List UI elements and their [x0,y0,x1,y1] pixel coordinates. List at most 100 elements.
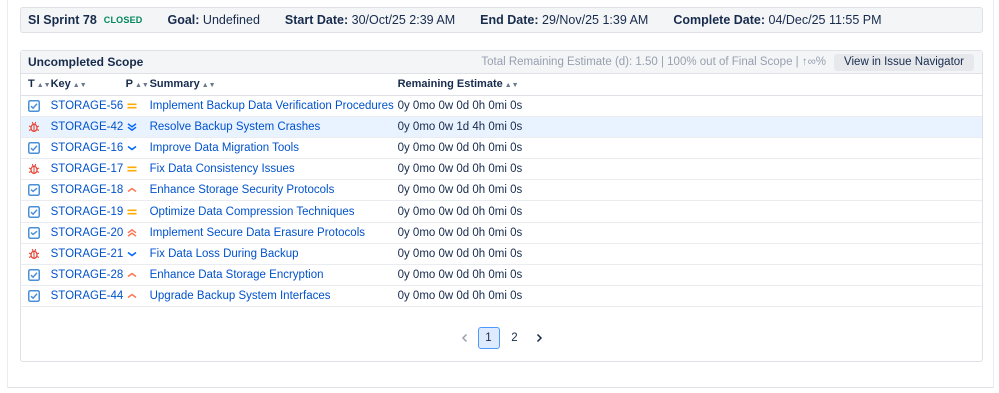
task-icon [28,226,40,239]
sprint-name: SI Sprint 78 [28,13,97,27]
table-row[interactable]: STORAGE-56 Implement Backup Data Verifica… [21,95,982,117]
issue-summary-link[interactable]: Implement Backup Data Verification Proce… [150,100,394,112]
col-summary-header[interactable]: Summary ▲▼ [149,74,398,96]
sprint-start-date: Start Date: 30/Oct/25 2:39 AM [285,13,455,27]
medium-priority-icon [126,100,138,112]
issue-summary-link[interactable]: Optimize Data Compression Techniques [150,206,355,218]
high-priority-icon [126,184,138,196]
issue-summary-link[interactable]: Improve Data Migration Tools [150,142,299,154]
goal-value: Undefined [202,13,260,27]
issue-summary-link[interactable]: Implement Secure Data Erasure Protocols [150,227,365,239]
sort-icon: ▲▼ [36,82,51,90]
issue-key-link[interactable]: STORAGE-21 [51,248,124,260]
story-icon [28,290,40,303]
issue-key-link[interactable]: STORAGE-44 [51,290,124,302]
medium-priority-icon [126,163,138,175]
col-estimate-label: Remaining Estimate [397,78,503,91]
story-icon [28,269,40,282]
medium-priority-icon [126,206,138,218]
end-date-label: End Date: [480,13,539,27]
sprint-goal: Goal: Undefined [167,13,259,27]
col-estimate-header[interactable]: Remaining Estimate ▲▼ [397,74,982,96]
remaining-estimate: 0y 0mo 0w 0d 0h 0mi 0s [397,141,523,154]
task-icon [28,184,40,197]
page-1-button[interactable]: 1 [477,327,500,349]
issue-summary-link[interactable]: Upgrade Backup System Interfaces [150,290,331,302]
col-priority-label: P [125,78,133,91]
bug-icon [28,248,40,260]
remaining-estimate: 0y 0mo 0w 0d 0h 0mi 0s [397,290,523,303]
remaining-estimate: 0y 0mo 0w 0d 0h 0mi 0s [397,184,523,197]
sprint-header: SI Sprint 78 CLOSED Goal: Undefined Star… [20,7,983,33]
pagination: 1 2 [21,327,982,349]
col-key-label: Key [50,78,71,91]
low-priority-icon [126,142,138,154]
table-header-row: T ▲▼ Key ▲▼ P ▲▼ Summary ▲▼ Remaining Estima… [21,74,982,96]
scope-header: Uncompleted Scope Total Remaining Estima… [21,51,982,74]
sort-icon: ▲▼ [504,82,519,90]
story-icon [28,99,40,112]
sort-icon: ▲▼ [134,82,149,90]
remaining-estimate: 0y 0mo 0w 0d 0h 0mi 0s [397,163,523,176]
complete-date-label: Complete Date: [673,13,766,27]
remaining-estimate: 0y 0mo 0w 0d 0h 0mi 0s [397,247,523,260]
sort-icon: ▲▼ [72,82,87,90]
lowest-priority-icon [126,121,138,133]
sprint-end-date: End Date: 29/Nov/25 1:39 AM [480,13,648,27]
remaining-estimate: 0y 0mo 0w 0d 0h 0mi 0s [397,269,523,282]
remaining-estimate: 0y 0mo 0w 0d 0h 0mi 0s [397,99,523,112]
remaining-estimate: 0y 0mo 0w 1d 4h 0mi 0s [397,120,523,133]
issue-summary-link[interactable]: Fix Data Consistency Issues [150,163,295,175]
story-icon [28,205,40,218]
scope-title: Uncompleted Scope [28,55,144,69]
issue-key-link[interactable]: STORAGE-19 [51,206,124,218]
status-lozenge: CLOSED [103,15,143,25]
uncompleted-scope-panel: Uncompleted Scope Total Remaining Estima… [20,50,983,362]
table-row[interactable]: STORAGE-16 Improve Data Migration Tools 0y… [21,137,982,160]
issues-table: T ▲▼ Key ▲▼ P ▲▼ Summary ▲▼ Remaining Estima… [21,74,982,308]
issue-key-link[interactable]: STORAGE-20 [51,227,124,239]
chevron-left-icon[interactable] [454,327,476,349]
view-in-issue-navigator-button[interactable]: View in Issue Navigator [834,53,974,71]
issue-key-link[interactable]: STORAGE-16 [51,142,124,154]
table-row[interactable]: STORAGE-17 Fix Data Consistency Issues 0y … [21,158,982,181]
remaining-estimate: 0y 0mo 0w 0d 0h 0mi 0s [397,205,523,218]
col-summary-label: Summary [149,78,200,91]
issue-summary-link[interactable]: Resolve Backup System Crashes [150,121,321,133]
complete-date-value: 04/Dec/25 11:55 PM [768,13,882,27]
high-priority-icon [126,290,138,302]
high-priority-icon [126,269,138,281]
issue-summary-link[interactable]: Enhance Storage Security Protocols [150,184,335,196]
scope-stats: Total Remaining Estimate (d): 1.50 | 100… [481,56,827,68]
end-date-value: 29/Nov/25 1:39 AM [542,13,649,27]
issue-summary-link[interactable]: Enhance Data Storage Encryption [150,269,324,281]
chevron-right-icon[interactable] [528,327,550,349]
sort-icon: ▲▼ [201,82,216,90]
table-row[interactable]: STORAGE-28 Enhance Data Storage Encryptio… [21,264,982,287]
bug-icon [28,163,40,175]
bug-icon [28,121,40,133]
col-key-header[interactable]: Key ▲▼ [50,74,126,96]
page-2-button[interactable]: 2 [504,327,526,349]
low-priority-icon [126,248,138,260]
issue-summary-link[interactable]: Fix Data Loss During Backup [150,248,299,260]
issue-key-link[interactable]: STORAGE-56 [51,100,124,112]
issue-key-link[interactable]: STORAGE-18 [51,184,124,196]
start-date-value: 30/Oct/25 2:39 AM [351,13,456,27]
remaining-estimate: 0y 0mo 0w 0d 0h 0mi 0s [397,226,523,239]
table-row[interactable]: STORAGE-19 Optimize Data Compression Tech… [21,200,982,223]
table-row[interactable]: STORAGE-18 Enhance Storage Security Proto… [21,179,982,202]
issue-key-link[interactable]: STORAGE-17 [51,163,124,175]
col-priority-header[interactable]: P ▲▼ [125,74,150,96]
goal-label: Goal: [167,13,200,27]
story-icon [28,141,40,154]
sprint-complete-date: Complete Date: 04/Dec/25 11:55 PM [673,13,881,27]
col-type-header[interactable]: T ▲▼ [21,74,51,96]
table-row[interactable]: STORAGE-44 Upgrade Backup System Interfac… [21,285,982,308]
start-date-label: Start Date: [284,13,349,27]
issue-key-link[interactable]: STORAGE-28 [51,269,124,281]
table-row[interactable]: STORAGE-42 Resolve Backup System Crashes 0… [21,116,982,138]
table-row[interactable]: STORAGE-21 Fix Data Loss During Backup 0y … [21,243,982,266]
table-row[interactable]: STORAGE-20 Implement Secure Data Erasure … [21,222,982,244]
issue-key-link[interactable]: STORAGE-42 [51,121,124,133]
